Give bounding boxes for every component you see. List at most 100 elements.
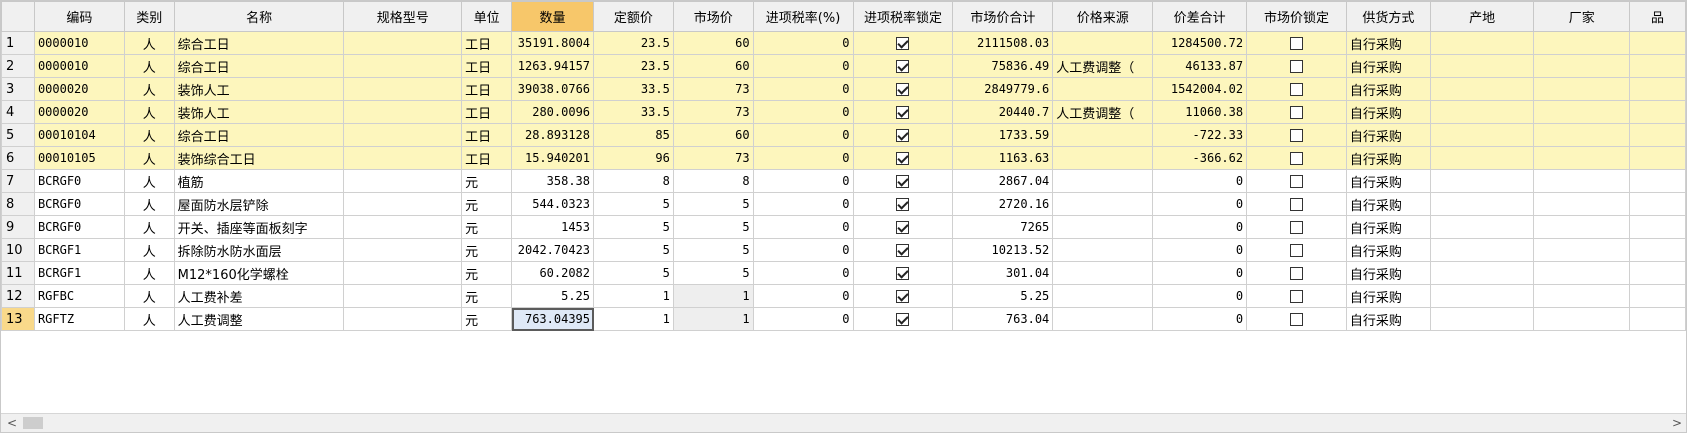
cell-spec[interactable] <box>343 192 463 216</box>
cell-quota-price[interactable]: 5 <box>593 192 674 216</box>
cell-category[interactable]: 人 <box>123 123 175 147</box>
cell-quantity[interactable]: 15.940201 <box>511 146 595 170</box>
market-price-lock-checkbox[interactable] <box>1290 105 1303 119</box>
cell-name[interactable]: 人工费补差 <box>173 284 345 308</box>
cell-price-diff-total[interactable]: 46133.87 <box>1152 54 1248 78</box>
cell-tax-rate[interactable]: 0 <box>752 54 854 78</box>
cell-spec[interactable] <box>343 169 463 193</box>
cell-tax-rate[interactable]: 0 <box>752 31 854 55</box>
cell-supply-method[interactable]: 自行采购 <box>1345 100 1431 124</box>
cell-more[interactable] <box>1629 77 1686 101</box>
cell-price-diff-total[interactable]: 0 <box>1152 169 1248 193</box>
market-price-lock-checkbox[interactable] <box>1290 82 1303 96</box>
tax-rate-lock-checkbox[interactable] <box>896 312 910 326</box>
cell-row-number[interactable]: 13 <box>1 307 35 331</box>
market-price-lock-checkbox[interactable] <box>1290 174 1303 188</box>
cell-price-source[interactable] <box>1052 123 1154 147</box>
cell-spec[interactable] <box>343 100 463 124</box>
cell-tax-rate-lock[interactable] <box>852 100 954 124</box>
cell-code[interactable]: 0000020 <box>33 100 125 124</box>
cell-supply-method[interactable]: 自行采购 <box>1345 169 1431 193</box>
cell-row-number[interactable]: 1 <box>1 31 35 55</box>
cell-more[interactable] <box>1629 123 1686 147</box>
cell-spec[interactable] <box>343 54 463 78</box>
cell-category[interactable]: 人 <box>123 169 175 193</box>
cell-origin[interactable] <box>1429 100 1535 124</box>
tax-rate-lock-checkbox[interactable] <box>896 197 910 211</box>
cell-category[interactable]: 人 <box>123 31 175 55</box>
cell-supply-method[interactable]: 自行采购 <box>1345 284 1431 308</box>
cell-origin[interactable] <box>1429 146 1535 170</box>
cell-code[interactable]: RGFTZ <box>33 307 125 331</box>
cell-unit[interactable]: 工日 <box>461 146 513 170</box>
cell-price-source[interactable] <box>1052 215 1154 239</box>
column-header-category[interactable]: 类别 <box>123 1 175 32</box>
cell-quota-price[interactable]: 23.5 <box>593 54 674 78</box>
cell-tax-rate[interactable]: 0 <box>752 261 854 285</box>
cell-tax-rate[interactable]: 0 <box>752 284 854 308</box>
cell-more[interactable] <box>1629 54 1686 78</box>
table-row[interactable]: 8 BCRGF0 人屋面防水层铲除元 544.0323 5 5 0 2720.16 0 自行采购 <box>1 192 1686 216</box>
cell-code[interactable]: 00010104 <box>33 123 125 147</box>
tax-rate-lock-checkbox[interactable] <box>896 289 910 303</box>
cell-market-price-lock[interactable] <box>1246 215 1347 239</box>
cell-more[interactable] <box>1629 192 1686 216</box>
cell-more[interactable] <box>1629 31 1686 55</box>
cell-quantity[interactable]: 763.04395 <box>511 307 595 331</box>
cell-tax-rate-lock[interactable] <box>852 77 954 101</box>
cell-tax-rate-lock[interactable] <box>852 169 954 193</box>
cell-unit[interactable]: 元 <box>461 192 513 216</box>
cell-quantity[interactable]: 1453 <box>511 215 595 239</box>
cell-quota-price[interactable]: 85 <box>593 123 674 147</box>
cell-market-price-lock[interactable] <box>1246 100 1347 124</box>
table-row[interactable]: 10 BCRGF1 人拆除防水防水面层元 2042.70423 5 5 0 10213.52 0… <box>1 238 1686 262</box>
cell-price-diff-total[interactable]: 1542004.02 <box>1152 77 1248 101</box>
cell-market-total[interactable]: 2849779.6 <box>952 77 1054 101</box>
cell-spec[interactable] <box>343 261 463 285</box>
cell-quantity[interactable]: 5.25 <box>511 284 595 308</box>
cell-tax-rate-lock[interactable] <box>852 261 954 285</box>
cell-code[interactable]: 00010105 <box>33 146 125 170</box>
cell-supply-method[interactable]: 自行采购 <box>1345 307 1431 331</box>
market-price-lock-checkbox[interactable] <box>1290 197 1303 211</box>
cell-tax-rate-lock[interactable] <box>852 307 954 331</box>
cell-category[interactable]: 人 <box>123 215 175 239</box>
table-row[interactable]: 12 RGFBC 人人工费补差元 5.25 1 1 0 5.25 0 自行采购 <box>1 284 1686 308</box>
cell-price-source[interactable] <box>1052 77 1154 101</box>
cell-name[interactable]: 综合工日 <box>173 54 345 78</box>
cell-supply-method[interactable]: 自行采购 <box>1345 192 1431 216</box>
cell-name[interactable]: 人工费调整 <box>173 307 345 331</box>
cell-quantity[interactable]: 280.0096 <box>511 100 595 124</box>
cell-tax-rate[interactable]: 0 <box>752 238 854 262</box>
cell-name[interactable]: 装饰综合工日 <box>173 146 345 170</box>
cell-price-source[interactable] <box>1052 307 1154 331</box>
table-row[interactable]: 2 0000010 人综合工日 工日 1263.94157 23.5 60 0 75836.49… <box>1 54 1686 78</box>
cell-unit[interactable]: 元 <box>461 261 513 285</box>
cell-origin[interactable] <box>1429 123 1535 147</box>
cell-market-price[interactable]: 60 <box>672 123 754 147</box>
cell-price-diff-total[interactable]: 0 <box>1152 215 1248 239</box>
cell-quantity[interactable]: 35191.8004 <box>511 31 595 55</box>
cell-name[interactable]: M12*160化学螺栓 <box>173 261 345 285</box>
cell-category[interactable]: 人 <box>123 54 175 78</box>
cell-supply-method[interactable]: 自行采购 <box>1345 31 1431 55</box>
cell-price-diff-total[interactable]: 0 <box>1152 261 1248 285</box>
cell-manufacturer[interactable] <box>1533 100 1631 124</box>
cell-supply-method[interactable]: 自行采购 <box>1345 215 1431 239</box>
cell-spec[interactable] <box>343 215 463 239</box>
cell-origin[interactable] <box>1429 215 1535 239</box>
cell-market-total[interactable]: 75836.49 <box>952 54 1054 78</box>
table-row[interactable]: 4 0000020 人装饰人工 工日 280.0096 33.5 73 0 20440.7 人工费… <box>1 100 1686 124</box>
cell-manufacturer[interactable] <box>1533 54 1631 78</box>
cell-spec[interactable] <box>343 307 463 331</box>
table-row[interactable]: 6 00010105 人装饰综合工日 工日 15.940201 96 73 0 1163.63 -… <box>1 146 1686 170</box>
cell-market-total[interactable]: 2867.04 <box>952 169 1054 193</box>
cell-price-source[interactable] <box>1052 146 1154 170</box>
cell-unit[interactable]: 元 <box>461 284 513 308</box>
cell-market-total[interactable]: 7265 <box>952 215 1054 239</box>
cell-spec[interactable] <box>343 31 463 55</box>
cell-market-total[interactable]: 1733.59 <box>952 123 1054 147</box>
cell-market-total[interactable]: 2111508.03 <box>952 31 1054 55</box>
cell-quantity[interactable]: 544.0323 <box>511 192 595 216</box>
cell-price-source[interactable] <box>1052 284 1154 308</box>
